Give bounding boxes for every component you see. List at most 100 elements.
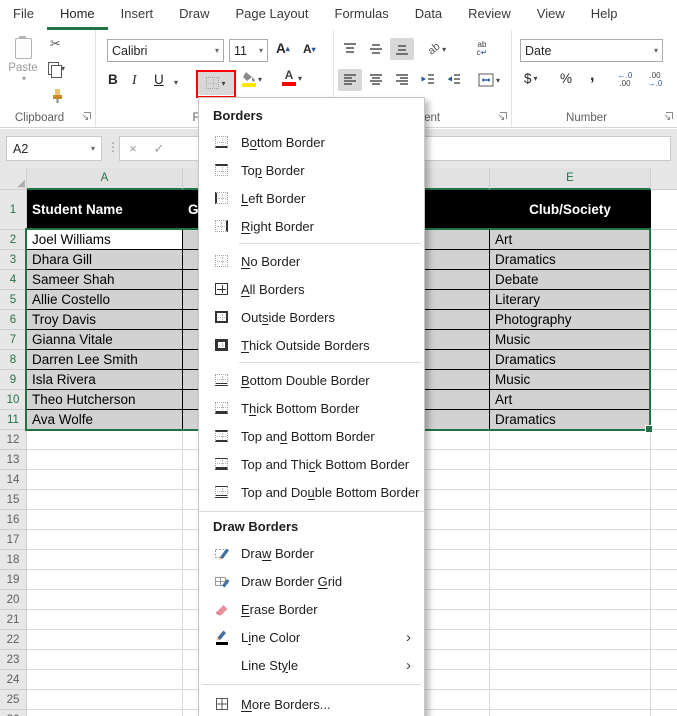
orientation-button[interactable]: ab ▾ [420, 38, 454, 60]
accounting-format-button[interactable]: $ ▾ [524, 71, 538, 86]
percent-style-button[interactable]: % [560, 71, 572, 86]
cancel-entry-icon[interactable]: × [120, 141, 146, 156]
cell-e11-club[interactable]: Dramatics [490, 410, 651, 430]
comma-style-button[interactable]: , [590, 67, 594, 85]
cell-a11-student[interactable]: Ava Wolfe [27, 410, 183, 430]
tab-review[interactable]: Review [455, 0, 524, 30]
font-name-combobox[interactable]: Calibri ▾ [107, 39, 224, 62]
cell[interactable] [651, 570, 677, 590]
confirm-entry-icon[interactable]: ✓ [146, 141, 172, 157]
shrink-font-button[interactable]: A ▾ [303, 42, 316, 56]
cell[interactable] [490, 550, 651, 570]
cell[interactable] [490, 630, 651, 650]
cell-e8-club[interactable]: Dramatics [490, 350, 651, 370]
copy-button[interactable]: ▾ [48, 62, 65, 78]
underline-button[interactable]: U [154, 72, 164, 87]
cell[interactable] [27, 670, 183, 690]
cell[interactable] [490, 610, 651, 630]
cell[interactable] [651, 190, 677, 230]
name-box[interactable]: A2 ▾ [6, 136, 102, 161]
cell[interactable] [490, 570, 651, 590]
column-header-e[interactable]: E [490, 168, 651, 190]
cell[interactable] [490, 450, 651, 470]
cell[interactable] [490, 590, 651, 610]
row-header-24[interactable]: 24 [0, 670, 27, 690]
cell-e1-club-society[interactable]: Club/Society [490, 190, 651, 230]
cell-a3-student[interactable]: Dhara Gill [27, 250, 183, 270]
menu-item-erase-border[interactable]: Erase Border [199, 595, 424, 623]
cell[interactable] [490, 430, 651, 450]
cell-e9-club[interactable]: Music [490, 370, 651, 390]
cell-e5-club[interactable]: Literary [490, 290, 651, 310]
menu-item-line-color[interactable]: Line Color › [199, 623, 424, 651]
cell[interactable] [651, 370, 677, 390]
menu-item-left-border[interactable]: Left Border [199, 184, 424, 212]
cell[interactable] [651, 270, 677, 290]
menu-item-bottom-double-border[interactable]: Bottom Double Border [199, 366, 424, 394]
number-dialog-launcher[interactable]: ↘ [662, 112, 673, 123]
cell[interactable] [651, 710, 677, 716]
cell[interactable] [27, 470, 183, 490]
cell[interactable] [27, 610, 183, 630]
row-header-4[interactable]: 4 [0, 270, 27, 290]
menu-item-top-border[interactable]: Top Border [199, 156, 424, 184]
column-header-f[interactable]: F [651, 168, 677, 190]
cell-a8-student[interactable]: Darren Lee Smith [27, 350, 183, 370]
cell[interactable] [651, 430, 677, 450]
cell[interactable] [651, 590, 677, 610]
menu-item-more-borders[interactable]: More Borders... [199, 690, 424, 716]
tab-insert[interactable]: Insert [108, 0, 167, 30]
cell-a5-student[interactable]: Allie Costello [27, 290, 183, 310]
row-header-2[interactable]: 2 [0, 230, 27, 250]
row-header-3[interactable]: 3 [0, 250, 27, 270]
cell[interactable] [490, 710, 651, 716]
cell[interactable] [651, 630, 677, 650]
cell[interactable] [651, 410, 677, 430]
cell[interactable] [490, 510, 651, 530]
cell-a10-student[interactable]: Theo Hutcherson [27, 390, 183, 410]
cell-a7-student[interactable]: Gianna Vitale [27, 330, 183, 350]
row-header-13[interactable]: 13 [0, 450, 27, 470]
borders-button[interactable]: ▾ [198, 71, 234, 95]
cell[interactable] [490, 670, 651, 690]
tab-formulas[interactable]: Formulas [322, 0, 402, 30]
row-header-26[interactable]: 26 [0, 710, 27, 716]
cell[interactable] [27, 510, 183, 530]
bold-button[interactable]: B [108, 72, 118, 87]
cell[interactable] [27, 630, 183, 650]
row-header-7[interactable]: 7 [0, 330, 27, 350]
cell-e2-club[interactable]: Art [490, 230, 651, 250]
cell-e4-club[interactable]: Debate [490, 270, 651, 290]
top-align-button[interactable] [338, 38, 362, 60]
number-format-combobox[interactable]: Date ▾ [520, 39, 663, 62]
menu-item-thick-outside-borders[interactable]: Thick Outside Borders [199, 331, 424, 359]
cell[interactable] [651, 330, 677, 350]
select-all-corner[interactable]: ◢ [0, 168, 27, 190]
cell[interactable] [651, 230, 677, 250]
italic-button[interactable]: I [132, 72, 137, 88]
row-header-19[interactable]: 19 [0, 570, 27, 590]
alignment-dialog-launcher[interactable]: ↘ [496, 112, 507, 123]
menu-item-right-border[interactable]: Right Border [199, 212, 424, 240]
align-left-button[interactable] [338, 69, 362, 91]
increase-decimal-button[interactable]: ←.0.00 [612, 69, 638, 91]
menu-item-draw-border-grid[interactable]: Draw Border Grid [199, 567, 424, 595]
grow-font-button[interactable]: A ▴ [276, 41, 290, 56]
tab-view[interactable]: View [524, 0, 578, 30]
cell[interactable] [27, 590, 183, 610]
row-header-21[interactable]: 21 [0, 610, 27, 630]
column-header-a[interactable]: A [27, 168, 183, 190]
cell[interactable] [651, 290, 677, 310]
cell-e10-club[interactable]: Art [490, 390, 651, 410]
cell-a4-student[interactable]: Sameer Shah [27, 270, 183, 290]
menu-item-top-and-double-bottom-border[interactable]: Top and Double Bottom Border [199, 478, 424, 506]
row-header-1[interactable]: 1 [0, 190, 27, 230]
cell[interactable] [490, 530, 651, 550]
row-header-18[interactable]: 18 [0, 550, 27, 570]
row-header-23[interactable]: 23 [0, 650, 27, 670]
cell[interactable] [27, 430, 183, 450]
merge-center-button[interactable]: ▾ [472, 69, 506, 91]
cell[interactable] [27, 650, 183, 670]
row-header-9[interactable]: 9 [0, 370, 27, 390]
cell[interactable] [651, 670, 677, 690]
